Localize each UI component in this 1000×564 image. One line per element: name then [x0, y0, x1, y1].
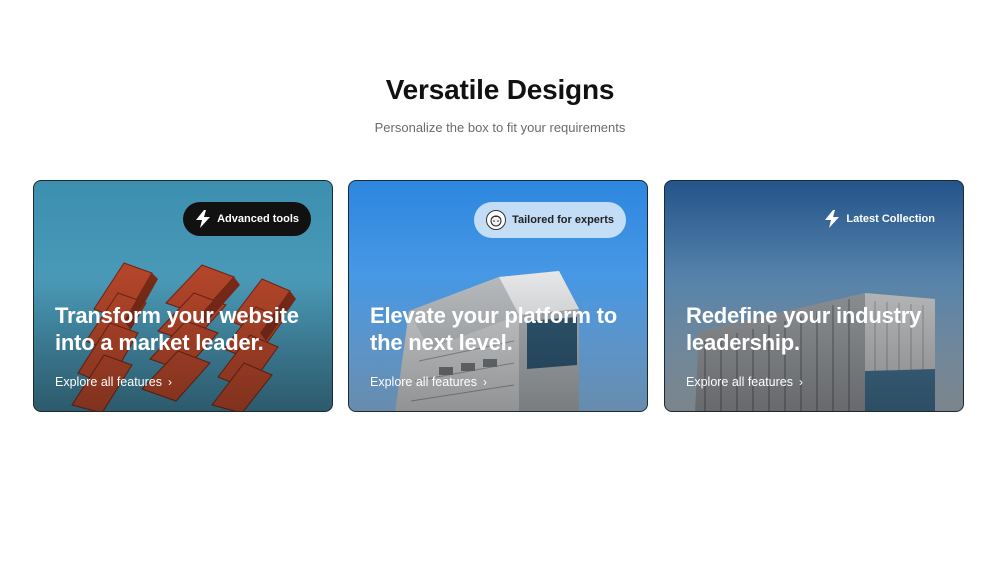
section-subtitle: Personalize the box to fit your requirem…	[374, 120, 626, 135]
badge-tailored-for-experts: Tailored for experts	[474, 202, 626, 238]
lightning-icon	[825, 210, 840, 228]
badge-label: Advanced tools	[217, 213, 299, 225]
card-grid: Advanced tools Transform your website in…	[33, 180, 965, 412]
badge-label: Tailored for experts	[512, 214, 614, 226]
badge-label: Latest Collection	[846, 213, 935, 225]
card-headline: Elevate your platform to the next level.	[370, 303, 618, 355]
badge-advanced-tools: Advanced tools	[183, 202, 311, 236]
avatar-icon	[486, 210, 507, 230]
link-label: Explore all features	[55, 375, 163, 389]
explore-features-link[interactable]: Explore all features ›	[55, 375, 172, 389]
section-title: Versatile Designs	[385, 74, 615, 105]
card-headline: Transform your website into a market lea…	[55, 303, 299, 355]
link-label: Explore all features	[686, 375, 794, 389]
lightning-icon	[196, 210, 211, 228]
chevron-right-icon: ›	[168, 375, 173, 389]
badge-latest-collection: Latest Collection	[824, 209, 935, 229]
link-label: Explore all features	[370, 375, 478, 389]
versatile-designs-section: Versatile Designs Personalize the box to…	[0, 0, 1000, 564]
chevron-right-icon: ›	[799, 375, 804, 389]
feature-card[interactable]: Tailored for experts Elevate your platfo…	[348, 180, 648, 412]
feature-card[interactable]: Advanced tools Transform your website in…	[33, 180, 333, 412]
feature-card[interactable]: Latest Collection Redefine your industry…	[664, 180, 964, 412]
explore-features-link[interactable]: Explore all features ›	[686, 375, 803, 389]
explore-features-link[interactable]: Explore all features ›	[370, 375, 487, 389]
chevron-right-icon: ›	[483, 375, 488, 389]
card-headline: Redefine your industry leadership.	[686, 303, 922, 355]
